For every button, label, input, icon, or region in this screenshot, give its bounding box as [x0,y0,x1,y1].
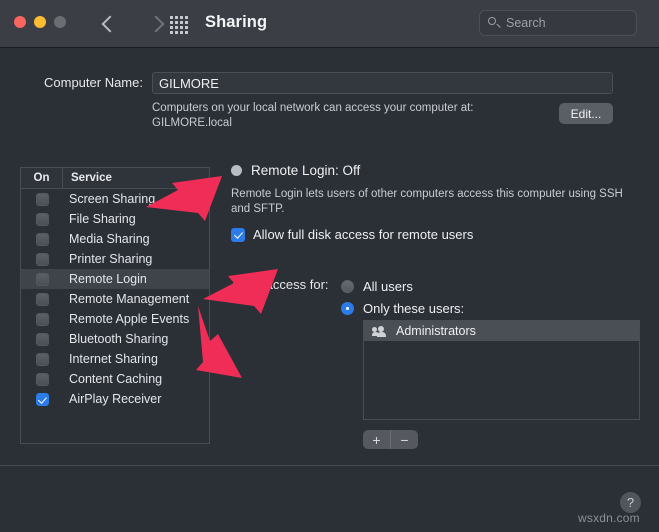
full-disk-access-row[interactable]: Allow full disk access for remote users [231,227,643,242]
status-label: Remote Login: Off [251,163,361,178]
access-radio-group: All users Only these users: [341,275,464,319]
edit-button[interactable]: Edit... [559,103,613,124]
service-toggle-cell[interactable] [21,272,63,286]
window-toolbar: Sharing Search [0,0,659,48]
add-user-button[interactable]: + [363,430,390,449]
service-checkbox[interactable] [35,192,49,206]
bottom-bar [0,466,659,532]
grid-icon[interactable] [168,14,189,35]
radio-only-these-users[interactable]: Only these users: [341,297,464,319]
table-row[interactable]: Remote Management [21,289,209,309]
service-checkbox[interactable] [35,352,49,366]
table-row[interactable]: Printer Sharing [21,249,209,269]
services-table-header: On Service [21,168,209,189]
service-name: Remote Login [69,272,147,286]
add-remove-user-controls: + − [363,430,418,449]
service-toggle-cell[interactable] [21,292,63,306]
service-checkbox[interactable] [35,212,49,226]
column-header-on: On [21,168,63,188]
services-row-list: Screen Sharing File Sharing Media Sharing P… [21,189,209,409]
only-these-users-radio-icon[interactable] [341,301,354,315]
table-row[interactable]: Internet Sharing [21,349,209,369]
service-toggle-cell[interactable] [21,332,63,346]
computer-name-label: Computer Name: [44,75,143,90]
service-checkbox[interactable] [35,272,49,286]
computer-name-description: Computers on your local network can acce… [152,102,474,129]
back-chevron-icon[interactable] [96,10,122,38]
service-name: Printer Sharing [69,252,153,266]
table-row[interactable]: Media Sharing [21,229,209,249]
search-placeholder: Search [506,16,546,30]
table-row[interactable]: File Sharing [21,209,209,229]
service-checkbox[interactable] [35,392,49,406]
service-checkbox[interactable] [35,332,49,346]
service-name: Internet Sharing [69,352,158,366]
users-list[interactable]: Administrators [363,320,640,420]
all-users-radio-icon[interactable] [341,279,354,293]
search-input[interactable]: Search [479,10,637,36]
group-icon [371,325,388,337]
service-toggle-cell[interactable] [21,192,63,206]
services-table: On Service Screen Sharing File Sharing Med… [20,167,210,444]
help-button[interactable]: ? [620,492,641,513]
service-toggle-cell[interactable] [21,352,63,366]
allow-access-label: Allow access for: [231,277,329,292]
status-indicator-icon [231,165,242,176]
service-toggle-cell[interactable] [21,392,63,406]
service-detail-pane: Remote Login: Off Remote Login lets user… [231,163,643,242]
service-toggle-cell[interactable] [21,212,63,226]
service-checkbox[interactable] [35,252,49,266]
service-toggle-cell[interactable] [21,232,63,246]
table-row[interactable]: AirPlay Receiver [21,389,209,409]
service-name: Content Caching [69,372,163,386]
service-name: Bluetooth Sharing [69,332,169,346]
service-description: Remote Login lets users of other compute… [231,188,623,215]
table-row[interactable]: Content Caching [21,369,209,389]
sharing-preferences-window: Sharing Search Computer Name: GILMORE Co… [0,0,659,532]
service-checkbox[interactable] [35,372,49,386]
full-disk-access-checkbox[interactable] [231,227,245,242]
service-toggle-cell[interactable] [21,372,63,386]
zoom-button[interactable] [54,16,66,28]
table-row[interactable]: Screen Sharing [21,189,209,209]
service-toggle-cell[interactable] [21,252,63,266]
traffic-lights [14,16,66,28]
table-row[interactable]: Remote Login [21,269,209,289]
remove-user-button[interactable]: − [391,430,418,449]
all-users-label: All users [363,278,413,294]
table-row[interactable]: Bluetooth Sharing [21,329,209,349]
only-these-users-label: Only these users: [363,300,465,316]
user-name: Administrators [396,324,476,338]
service-name: Remote Management [69,292,190,306]
list-item[interactable]: Administrators [364,321,639,341]
service-name: Remote Apple Events [69,312,190,326]
service-status: Remote Login: Off [231,163,643,178]
full-disk-access-label: Allow full disk access for remote users [253,227,474,242]
minimize-button[interactable] [34,16,46,28]
computer-name-value: GILMORE [159,75,219,91]
close-button[interactable] [14,16,26,28]
search-icon [488,17,500,29]
watermark: wsxdn.com [578,511,640,525]
radio-all-users[interactable]: All users [341,275,464,297]
service-name: AirPlay Receiver [69,392,162,406]
service-toggle-cell[interactable] [21,312,63,326]
computer-name-field[interactable]: GILMORE [152,72,613,94]
page-title: Sharing [205,13,268,31]
forward-chevron-icon[interactable] [144,10,170,38]
navigation-arrows [96,10,170,38]
service-name: File Sharing [69,212,136,226]
service-name: Media Sharing [69,232,150,246]
table-row[interactable]: Remote Apple Events [21,309,209,329]
service-checkbox[interactable] [35,292,49,306]
service-name: Screen Sharing [69,192,156,206]
column-header-service: Service [71,172,112,184]
service-checkbox[interactable] [35,312,49,326]
service-checkbox[interactable] [35,232,49,246]
